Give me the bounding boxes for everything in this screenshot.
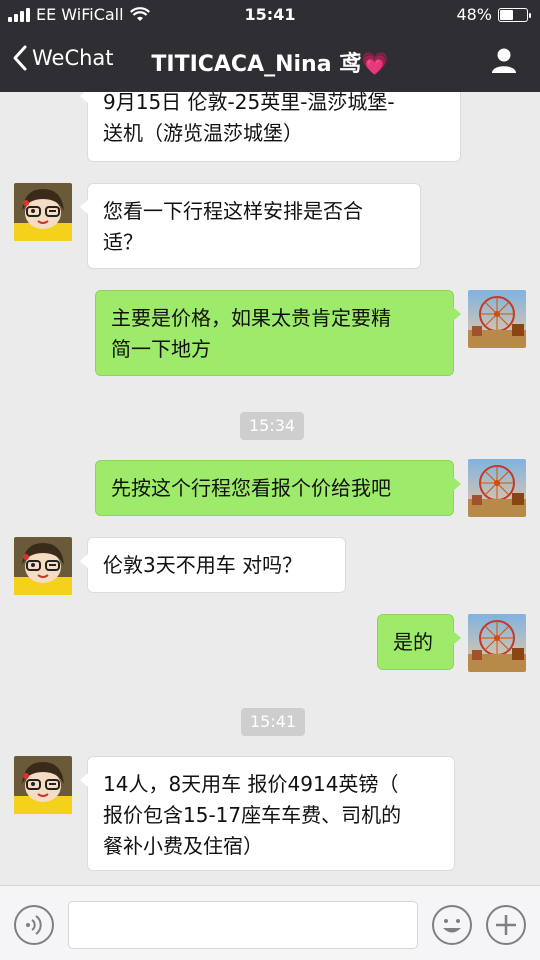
message-bubble-incoming[interactable]: 9月15日 伦敦-25英里-温莎城堡- 送机（游览温莎城堡） <box>80 92 461 162</box>
battery-fill <box>500 9 514 20</box>
message-bubble-incoming[interactable]: 14人，8天用车 报价4914英镑（ 报价包含15-17座车车费、司机的 餐补小… <box>80 756 455 871</box>
contact-avatar[interactable] <box>14 183 72 241</box>
message-text-line: 简一下地方 <box>111 337 211 361</box>
timestamp-badge: 15:34 <box>240 412 305 440</box>
message-text-line: 伦敦3天不用车 对吗？ <box>103 553 303 577</box>
message-text-line: 报价包含15-17座车车费、司机的 <box>103 803 402 827</box>
message-bubble-incoming[interactable]: 伦敦3天不用车 对吗？ <box>80 537 346 593</box>
battery-icon <box>498 7 531 22</box>
message-text-line: 适？ <box>103 230 143 254</box>
voice-icon <box>26 915 42 935</box>
message-text-line: 14人，8天用车 报价4914英镑（ <box>103 772 399 796</box>
voice-button[interactable] <box>14 905 54 945</box>
contact-avatar[interactable] <box>14 537 72 595</box>
input-bar <box>0 885 540 960</box>
message-bubble-incoming[interactable]: 您看一下行程这样安排是否合 适？ <box>80 183 421 269</box>
message-input[interactable] <box>68 901 418 949</box>
my-avatar[interactable] <box>468 290 526 348</box>
battery-percent: 48% <box>456 5 492 24</box>
message-text-line: 9月15日 伦敦-25英里-温莎城堡- <box>103 92 395 114</box>
status-bar: EE WiFiCall 15:41 48% <box>0 0 540 30</box>
message-text-line: 先按这个行程您看报个价给我吧 <box>111 476 391 500</box>
emoji-icon <box>443 919 461 933</box>
plus-icon <box>496 915 516 935</box>
message-text-line: 送机（游览温莎城堡） <box>103 121 303 145</box>
message-bubble-outgoing[interactable]: 是的 <box>377 614 461 670</box>
emoji-button[interactable] <box>432 905 472 945</box>
more-button[interactable] <box>486 905 526 945</box>
message-text-line: 是的 <box>393 630 433 654</box>
timestamp-badge: 15:41 <box>241 708 306 736</box>
nav-bar: WeChat TITICACA_Nina 鸢💗 <box>0 30 540 92</box>
status-right: 48% <box>456 5 531 24</box>
contact-avatar[interactable] <box>14 756 72 814</box>
message-bubble-outgoing[interactable]: 主要是价格，如果太贵肯定要精 简一下地方 <box>95 290 461 376</box>
message-bubble-outgoing[interactable]: 先按这个行程您看报个价给我吧 <box>95 460 461 516</box>
message-text-line: 餐补小费及住宿） <box>103 834 263 858</box>
chat-title: TITICACA_Nina 鸢💗 <box>151 52 389 77</box>
person-icon <box>492 48 516 73</box>
message-text-line: 主要是价格，如果太贵肯定要精 <box>111 306 391 330</box>
message-text-line: 您看一下行程这样安排是否合 <box>103 199 363 223</box>
profile-button[interactable] <box>490 46 518 78</box>
my-avatar[interactable] <box>468 459 526 517</box>
chat-area[interactable]: 9月15日 伦敦-25英里-温莎城堡- 送机（游览温莎城堡） 您看一下行程这样安… <box>0 92 540 885</box>
my-avatar[interactable] <box>468 614 526 672</box>
